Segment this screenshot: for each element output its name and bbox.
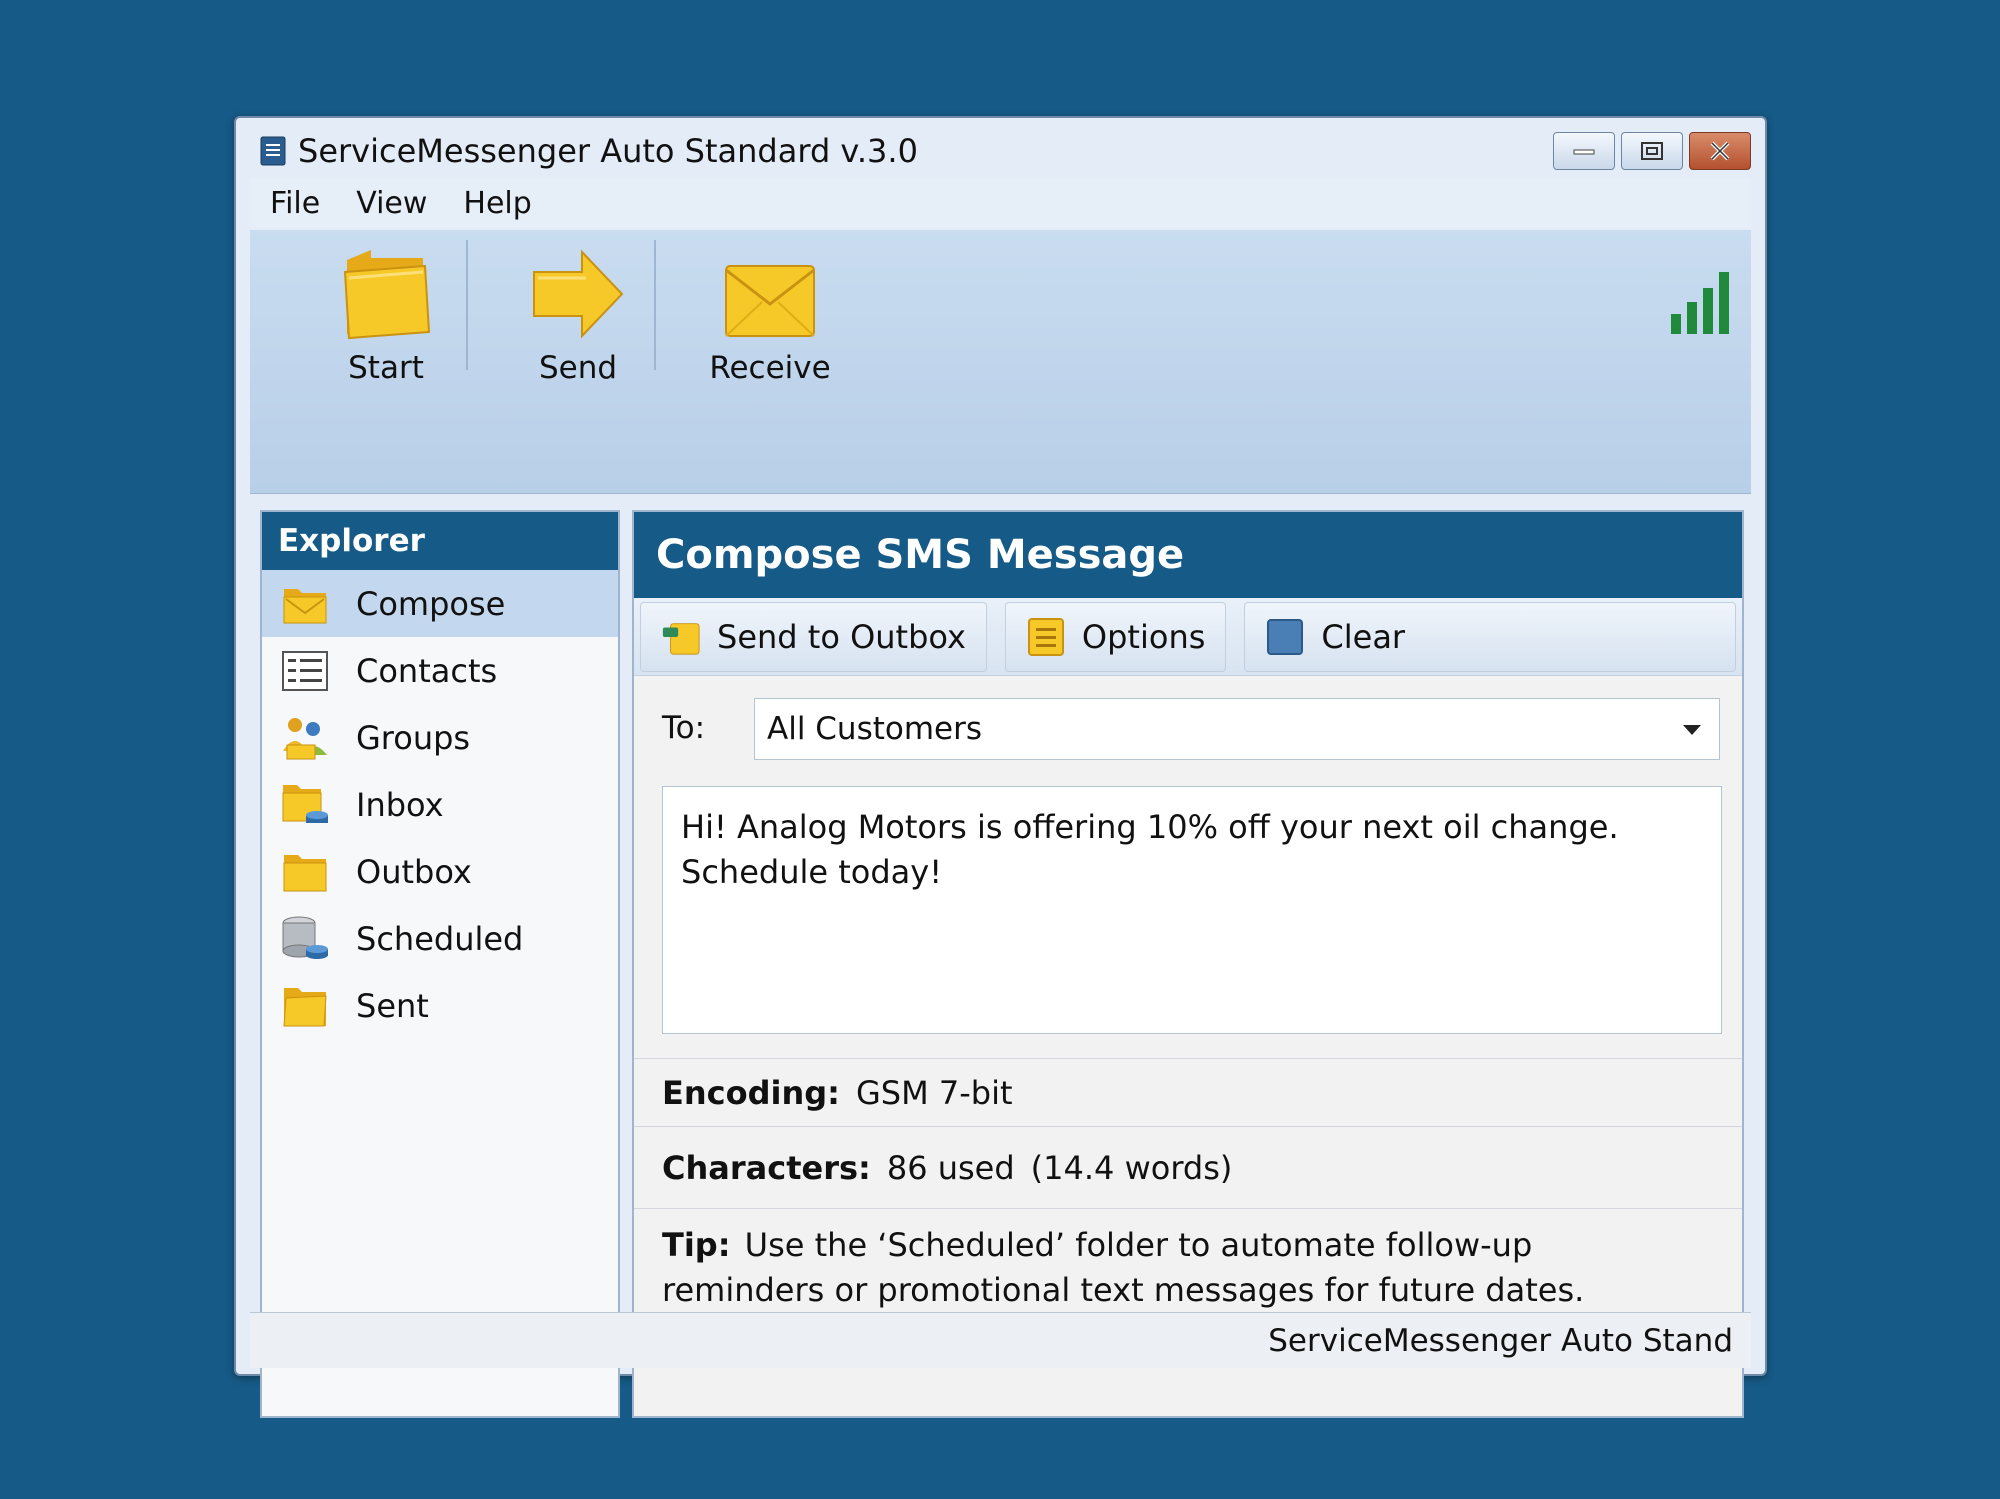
explorer-sidebar: Explorer Compose Contacts Groups Inbox O… (260, 510, 620, 1418)
chevron-down-icon (1683, 725, 1701, 735)
encoding-value: GSM 7-bit (855, 1073, 1013, 1112)
inbox-folder-icon (280, 780, 330, 830)
app-window: ServiceMessenger Auto Standard v.3.0 Fil… (234, 116, 1767, 1418)
recipient-value: All Customers (767, 711, 983, 747)
compose-action-bar: Send to Outbox Options Clear (634, 598, 1742, 676)
compose-title: Compose SMS Message (634, 512, 1742, 598)
tip-label: Tip: (662, 1226, 731, 1264)
message-textarea[interactable]: Hi! Analog Motors is offering 10% off yo… (662, 786, 1722, 1034)
characters-label: Characters: (662, 1148, 871, 1187)
sidebar-item-scheduled[interactable]: Scheduled (262, 905, 618, 972)
characters-value: 86 used (14.4 words) (886, 1148, 1233, 1187)
menu-file[interactable]: File (270, 186, 320, 221)
send-button[interactable]: Send (498, 246, 658, 386)
close-icon (1710, 141, 1730, 161)
outbox-folder-icon (280, 847, 330, 897)
contacts-list-icon (280, 646, 330, 696)
clear-icon (1265, 617, 1305, 657)
sidebar-item-label: Sent (356, 986, 429, 1025)
explorer-header: Explorer (262, 512, 618, 570)
compose-panel: Compose SMS Message Send to Outbox Optio… (632, 510, 1744, 1418)
options-button[interactable]: Options (1004, 601, 1227, 672)
sidebar-item-groups[interactable]: Groups (262, 704, 618, 771)
sidebar-item-inbox[interactable]: Inbox (262, 771, 618, 838)
toolbar-separator (654, 240, 656, 370)
compose-folder-icon (280, 579, 330, 629)
sidebar-item-outbox[interactable]: Outbox (262, 838, 618, 905)
status-bar: ServiceMessenger Auto Stand (250, 1312, 1751, 1368)
menu-help[interactable]: Help (463, 186, 531, 221)
send-to-outbox-label: Send to Outbox (717, 617, 966, 656)
app-window-icon (260, 136, 286, 166)
signal-strength-icon (1671, 270, 1733, 338)
to-label: To: (662, 710, 706, 746)
folder-icon (343, 250, 431, 340)
sidebar-item-label: Inbox (356, 785, 444, 824)
window-title: ServiceMessenger Auto Standard v.3.0 (298, 132, 918, 170)
encoding-label: Encoding: (662, 1073, 840, 1112)
options-label: Options (1081, 617, 1206, 656)
sidebar-item-label: Contacts (356, 651, 498, 690)
status-text: ServiceMessenger Auto Stand (1268, 1322, 1733, 1359)
sidebar-item-label: Outbox (356, 852, 472, 891)
sidebar-item-sent[interactable]: Sent (262, 972, 618, 1039)
encoding-row: Encoding: GSM 7-bit (634, 1058, 1742, 1126)
send-to-outbox-button[interactable]: Send to Outbox (640, 601, 987, 672)
clear-button[interactable]: Clear (1244, 601, 1736, 672)
sidebar-item-compose[interactable]: Compose (262, 570, 618, 637)
title-bar: ServiceMessenger Auto Standard v.3.0 (250, 126, 1751, 176)
groups-icon (280, 713, 330, 763)
minimize-icon (1573, 149, 1595, 155)
arrow-right-icon (533, 249, 624, 339)
menu-bar: File View Help (250, 178, 1751, 228)
tip-row: Tip: Use the ‘Scheduled’ folder to autom… (634, 1208, 1742, 1328)
start-label: Start (348, 350, 424, 386)
clear-label: Clear (1321, 617, 1406, 656)
tip-text: Use the ‘Scheduled’ folder to automate f… (662, 1226, 1585, 1309)
recipient-row: To: All Customers (634, 698, 1742, 762)
maximize-icon (1641, 142, 1663, 160)
send-to-outbox-icon (661, 617, 701, 657)
menu-view[interactable]: View (356, 186, 427, 221)
start-button[interactable]: Start (306, 246, 466, 386)
recipient-dropdown[interactable]: All Customers (754, 698, 1720, 760)
sidebar-item-label: Scheduled (356, 919, 524, 958)
maximize-button[interactable] (1621, 132, 1683, 170)
sidebar-item-label: Compose (356, 584, 506, 623)
minimize-button[interactable] (1553, 132, 1615, 170)
scheduled-database-icon (280, 914, 330, 964)
window-controls (1553, 132, 1751, 170)
toolbar: Start Send Receive (250, 230, 1751, 494)
characters-row: Characters: 86 used (14.4 words) (634, 1126, 1742, 1208)
envelope-icon (725, 265, 815, 337)
sidebar-item-label: Groups (356, 718, 471, 757)
close-button[interactable] (1689, 132, 1751, 170)
toolbar-separator (466, 240, 468, 370)
options-icon (1026, 617, 1066, 657)
sidebar-item-contacts[interactable]: Contacts (262, 637, 618, 704)
receive-label: Receive (709, 350, 831, 386)
receive-button[interactable]: Receive (690, 246, 850, 386)
send-label: Send (538, 350, 618, 386)
sent-folder-icon (280, 981, 330, 1031)
